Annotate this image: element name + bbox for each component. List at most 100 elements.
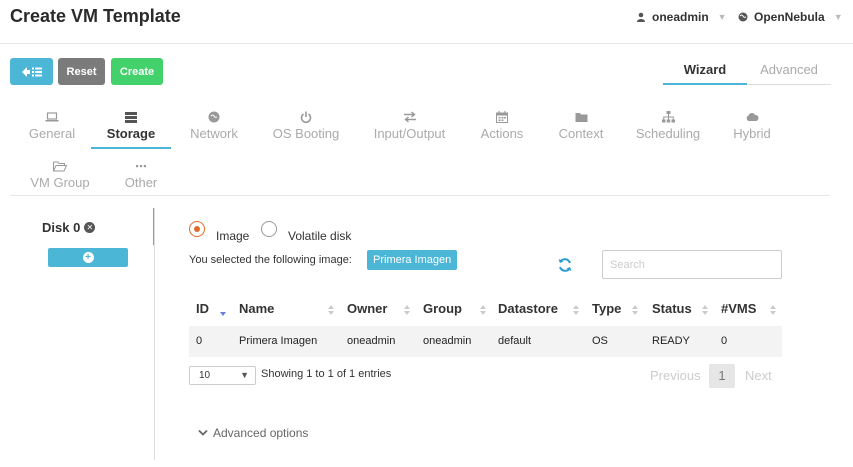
disk-item[interactable]: Disk 0 ✕ (42, 220, 96, 235)
folder-open-icon (53, 161, 67, 172)
column-header-owner[interactable]: Owner (347, 301, 387, 316)
tab-actions[interactable]: Actions (472, 110, 532, 141)
tab-hybrid[interactable]: Hybrid (722, 110, 782, 141)
column-header-group[interactable]: Group (423, 301, 462, 316)
tab-label: Other (124, 175, 158, 190)
search-input[interactable] (602, 250, 782, 279)
user-name: oneadmin (652, 10, 709, 24)
user-menu[interactable]: oneadmin ▼ (636, 10, 727, 24)
back-to-list-button[interactable] (10, 58, 53, 85)
image-radio[interactable] (189, 221, 205, 237)
tab-network[interactable]: Network (184, 110, 244, 141)
current-page-button[interactable]: 1 (709, 364, 735, 388)
sitemap-icon (661, 111, 675, 123)
exchange-icon (403, 111, 416, 123)
column-header-vms[interactable]: #VMS (721, 301, 756, 316)
sort-icon (480, 305, 486, 315)
tabs-divider (10, 195, 830, 196)
cell-group: oneadmin (423, 335, 472, 347)
column-header-datastore[interactable]: Datastore (498, 301, 558, 316)
remove-disk-icon[interactable]: ✕ (84, 222, 96, 233)
add-disk-button[interactable]: + (48, 248, 128, 267)
image-radio-label: Image (216, 229, 250, 243)
calendar-icon (496, 111, 508, 123)
active-tab-indicator (91, 147, 171, 149)
refresh-icon[interactable] (557, 257, 573, 273)
tab-label: General (28, 126, 76, 141)
tab-label: Input/Output (373, 126, 446, 141)
column-header-status[interactable]: Status (652, 301, 692, 316)
chevron-down-icon: ▼ (717, 12, 727, 22)
cell-name: Primera Imagen (239, 335, 318, 347)
chevron-down-icon (198, 429, 208, 436)
tab-storage[interactable]: Storage (101, 110, 161, 141)
page-title: Create VM Template (10, 6, 181, 26)
sort-icon (632, 305, 638, 315)
advanced-options-toggle[interactable]: Advanced options (198, 426, 308, 440)
disk-label: Disk 0 (42, 220, 81, 235)
tab-other[interactable]: Other (116, 159, 166, 190)
volatile-disk-radio[interactable] (261, 221, 277, 237)
column-header-id[interactable]: ID (196, 301, 209, 316)
page-header: Create VM Template oneadmin ▼ OpenNebula… (0, 0, 853, 44)
folder-icon (575, 113, 587, 122)
sort-icon (404, 305, 410, 315)
table-info: Showing 1 to 1 of 1 entries (261, 368, 392, 380)
mode-tabs: Wizard Advanced (663, 58, 831, 85)
cell-status: READY (652, 335, 690, 347)
tab-label: Hybrid (733, 126, 771, 141)
tab-advanced[interactable]: Advanced (747, 58, 831, 85)
create-button[interactable]: Create (111, 58, 163, 85)
globe-icon (208, 111, 220, 123)
tab-context[interactable]: Context (551, 110, 611, 141)
sort-icon (702, 305, 708, 315)
tab-label: Actions (480, 126, 524, 141)
cell-type: OS (592, 335, 608, 347)
sort-icon (328, 305, 334, 315)
globe-icon (738, 12, 748, 22)
chevron-down-icon: ▼ (833, 12, 843, 22)
tab-label: Storage (106, 126, 156, 141)
page-length-select[interactable]: 10 ▼ (189, 366, 256, 385)
selected-image-badge: Primera Imagen (367, 250, 458, 270)
zone-menu[interactable]: OpenNebula ▼ (738, 10, 843, 24)
volatile-disk-radio-label: Volatile disk (288, 229, 352, 243)
cell-vms: 0 (721, 335, 728, 347)
tab-wizard[interactable]: Wizard (663, 58, 747, 85)
chevron-down-icon: ▼ (240, 370, 249, 380)
plus-icon: + (82, 252, 94, 263)
tab-input-output[interactable]: Input/Output (366, 110, 453, 141)
page-length-value: 10 (199, 370, 211, 381)
tab-label: Scheduling (635, 126, 701, 141)
advanced-options-label: Advanced options (213, 426, 309, 440)
tab-vm-group[interactable]: VM Group (24, 159, 96, 190)
cloud-icon (746, 113, 759, 121)
ellipsis-icon (136, 165, 146, 168)
zone-name: OpenNebula (754, 10, 825, 24)
tab-general[interactable]: General (22, 110, 82, 141)
cell-datastore: default (498, 335, 532, 347)
tab-label: OS Booting (272, 126, 340, 141)
previous-page-button[interactable]: Previous (650, 368, 701, 383)
back-list-icon (21, 66, 42, 77)
next-page-button[interactable]: Next (745, 368, 772, 383)
selected-image-text: You selected the following image: (189, 254, 352, 266)
tab-label: VM Group (30, 175, 90, 190)
column-header-name[interactable]: Name (239, 301, 274, 316)
user-icon (637, 12, 645, 22)
column-header-type[interactable]: Type (592, 301, 621, 316)
tab-label: Network (190, 126, 238, 141)
tab-scheduling[interactable]: Scheduling (632, 110, 704, 141)
sidebar-divider (154, 208, 155, 460)
cell-owner: oneadmin (347, 335, 396, 347)
laptop-icon (45, 112, 59, 122)
reset-button[interactable]: Reset (58, 58, 105, 85)
sort-icon (573, 305, 579, 315)
power-icon (300, 111, 312, 123)
server-icon (125, 112, 137, 123)
tab-os-booting[interactable]: OS Booting (266, 110, 346, 141)
tab-label: Context (558, 126, 604, 141)
sort-icon (770, 305, 776, 315)
sort-desc-icon (220, 312, 226, 316)
cell-id: 0 (196, 335, 203, 347)
